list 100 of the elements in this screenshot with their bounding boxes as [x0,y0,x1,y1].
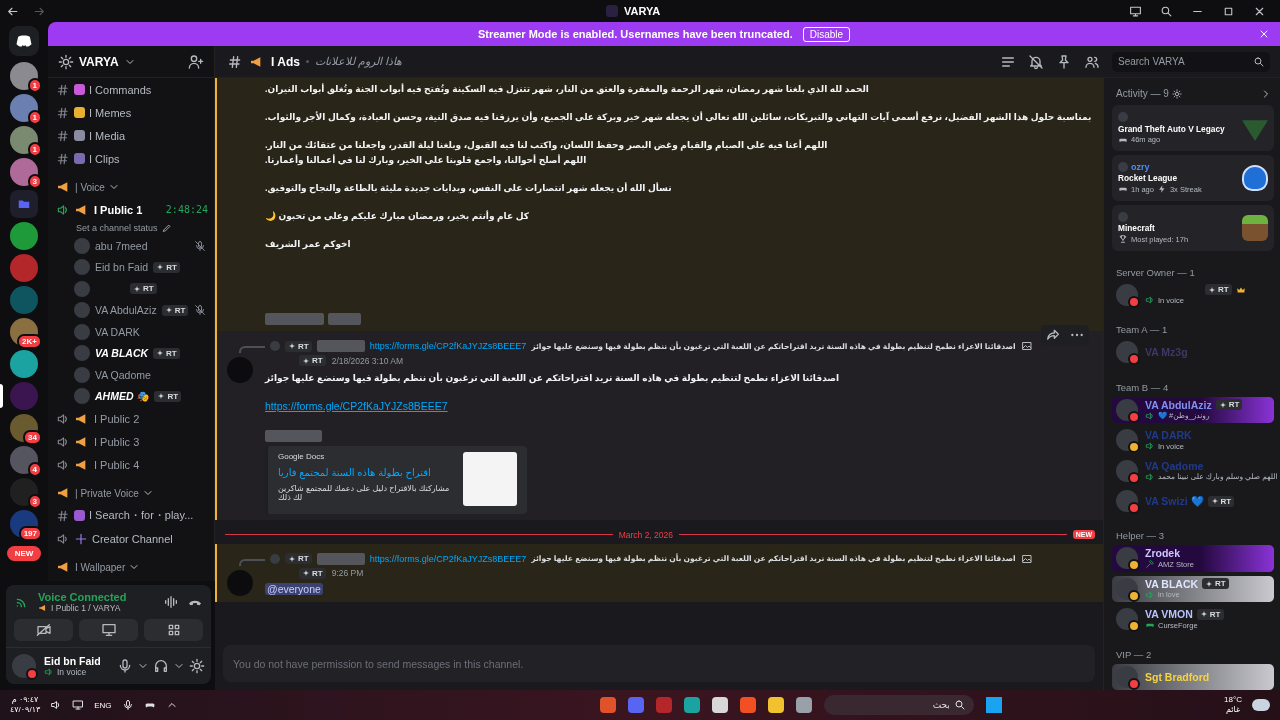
home-button[interactable] [9,26,39,56]
member-name: VA Mz3g [1145,346,1188,359]
app-icon[interactable] [795,697,812,713]
call-timer: 2:48:24 [165,204,208,215]
activities-button[interactable] [144,619,203,641]
channel-item[interactable]: Creator Channel [56,527,214,550]
avatar [1118,161,1128,172]
headphones-icon[interactable] [153,658,169,674]
microphone-icon[interactable] [117,658,133,674]
voice-channel-item[interactable]: I Public 3 [56,430,214,453]
voice-user-name[interactable]: VA BLACK [95,347,149,360]
folder-button[interactable] [10,190,38,218]
screen-share-button[interactable] [79,619,138,641]
role-tag-text: RT [166,348,177,358]
microphone-icon[interactable] [121,699,134,711]
server-icon[interactable] [10,158,38,186]
speaker-icon [1145,441,1155,452]
speaker-icon [56,531,70,546]
member-name: VA VMON [1145,608,1193,621]
voice-user-name[interactable]: AHMED 🎭 [95,389,150,403]
link[interactable]: https://forms.gle/CP2fKaJYJZs8BEEE7 [369,341,527,351]
server-icon[interactable] [10,478,38,506]
group-heading: Server Owner — 1 [1115,266,1196,278]
game-logo-icon [1242,164,1268,191]
status-dot [26,668,38,680]
settings-icon[interactable] [189,658,205,674]
banner-text: Streamer Mode is enabled. Usernames have been truncated. [477,28,793,40]
category-item[interactable]: | Voice [56,176,214,198]
game-title: Minecraft [1118,223,1156,234]
window-title: VARYA [624,5,661,17]
app-icon[interactable] [683,697,700,713]
voice-user-name[interactable]: VA Qadome [95,368,151,381]
channel-item[interactable]: I Memes [56,101,214,124]
voice-user-name[interactable]: VA DARK [95,325,140,338]
voice-user-name[interactable]: VA AbdulAziz [95,304,157,317]
search-field[interactable]: بحث [823,695,974,715]
group-heading: Team B — 4 [1115,381,1170,393]
link[interactable]: https://forms.gle/CP2fKaJYJZs8BEEE7 [369,553,527,564]
redacted-name [328,313,361,325]
camera-button[interactable] [14,619,73,641]
speaker-icon [1145,471,1155,482]
channel-item[interactable]: I Commands [56,78,214,101]
voice-user-name[interactable]: abu 7meed [95,239,148,252]
display-icon[interactable] [72,699,85,711]
voice-channel-link[interactable]: I Public 1 / VARYA [51,603,121,613]
speaker-icon [44,667,54,677]
voice-user-name[interactable]: Eid bn Faid [95,261,149,274]
hash-icon [56,105,70,120]
message-text: اخوكم عمر الشريف [265,237,352,251]
app-icon[interactable] [767,697,784,713]
channel-status-hint[interactable]: Set a channel status [56,221,214,235]
message-text: بمناسبة حلول هذا الشهر الفضيل، نرفع أسمى آيات التهاني والتبريكات، سائلين الله تعالى أن يجعله شهر خير وبركة على الجميع، وأن يرزقنا فيه صدق النية، وحسن العبادة، وكمال الأجر والثواب. [265,110,1093,125]
server-icon[interactable] [10,350,38,378]
pin-icon[interactable] [1056,53,1072,70]
redacted-name [316,340,365,352]
app-icon[interactable] [711,697,728,713]
lightning-icon [1156,184,1167,195]
hash-icon [56,82,70,97]
search-field[interactable]: Search VARYA [1112,51,1270,72]
channel-item[interactable]: I Clips [56,147,214,170]
voice-channel-item[interactable]: I Public 4 [56,453,214,476]
role-tag-text: RT [312,568,323,578]
embed-title-link[interactable]: اقتراح بطولة هاذه السنة لمجتمع فاريا [278,466,453,478]
category-item[interactable]: | Private Voice [56,482,214,504]
category-item[interactable]: I Wallpaper [56,556,214,578]
speaker-icon [56,434,70,449]
new-badge[interactable]: NEW [6,546,42,561]
role-tag-text: RT [166,262,177,272]
start-button[interactable] [985,697,1002,713]
role-tag-text: RT [143,284,154,294]
bell-muted-icon[interactable] [1028,53,1044,70]
link[interactable]: https://forms.gle/CP2fKaJYJZs8BEEE7 [265,399,448,412]
member-name: VA BLACK [1145,577,1199,590]
speaker-icon [1145,295,1155,306]
soundboard-icon[interactable] [163,594,179,610]
channel-item[interactable]: I Media [56,124,214,147]
voice-channel-item[interactable]: I Public 1 2:48:24 [56,198,214,221]
settings-icon[interactable] [1171,88,1182,99]
invite-icon[interactable] [188,53,204,70]
mention[interactable]: @everyone [265,582,323,595]
server-header[interactable]: VARYA [48,46,214,78]
member-row[interactable]: Sgt Bradford [1112,663,1274,690]
user-name: ozry [1131,161,1150,172]
forward-icon[interactable] [1045,327,1061,343]
member-row[interactable]: VA Swizi 💙 RT [1112,487,1274,515]
channel-item[interactable]: I Search・for・play... [56,504,214,527]
member-name: Zrodek [1145,547,1180,560]
server-icon[interactable] [10,62,38,90]
disable-button[interactable]: Disable [802,26,851,42]
group-heading: Team A — 1 [1115,324,1169,336]
server-icon[interactable] [10,446,38,474]
timestamp: 2/18/2026 3:10 AM [331,355,404,366]
voice-channel-item[interactable]: I Public 2 [56,407,214,430]
role-tag-text: RT [174,305,186,315]
search-icon [953,699,966,711]
language-indicator[interactable]: ENG [94,700,112,710]
unread-badge: 34 [23,430,42,445]
speaker-icon [56,457,70,472]
document-thumbnail [463,451,517,506]
avatar[interactable] [12,654,36,678]
